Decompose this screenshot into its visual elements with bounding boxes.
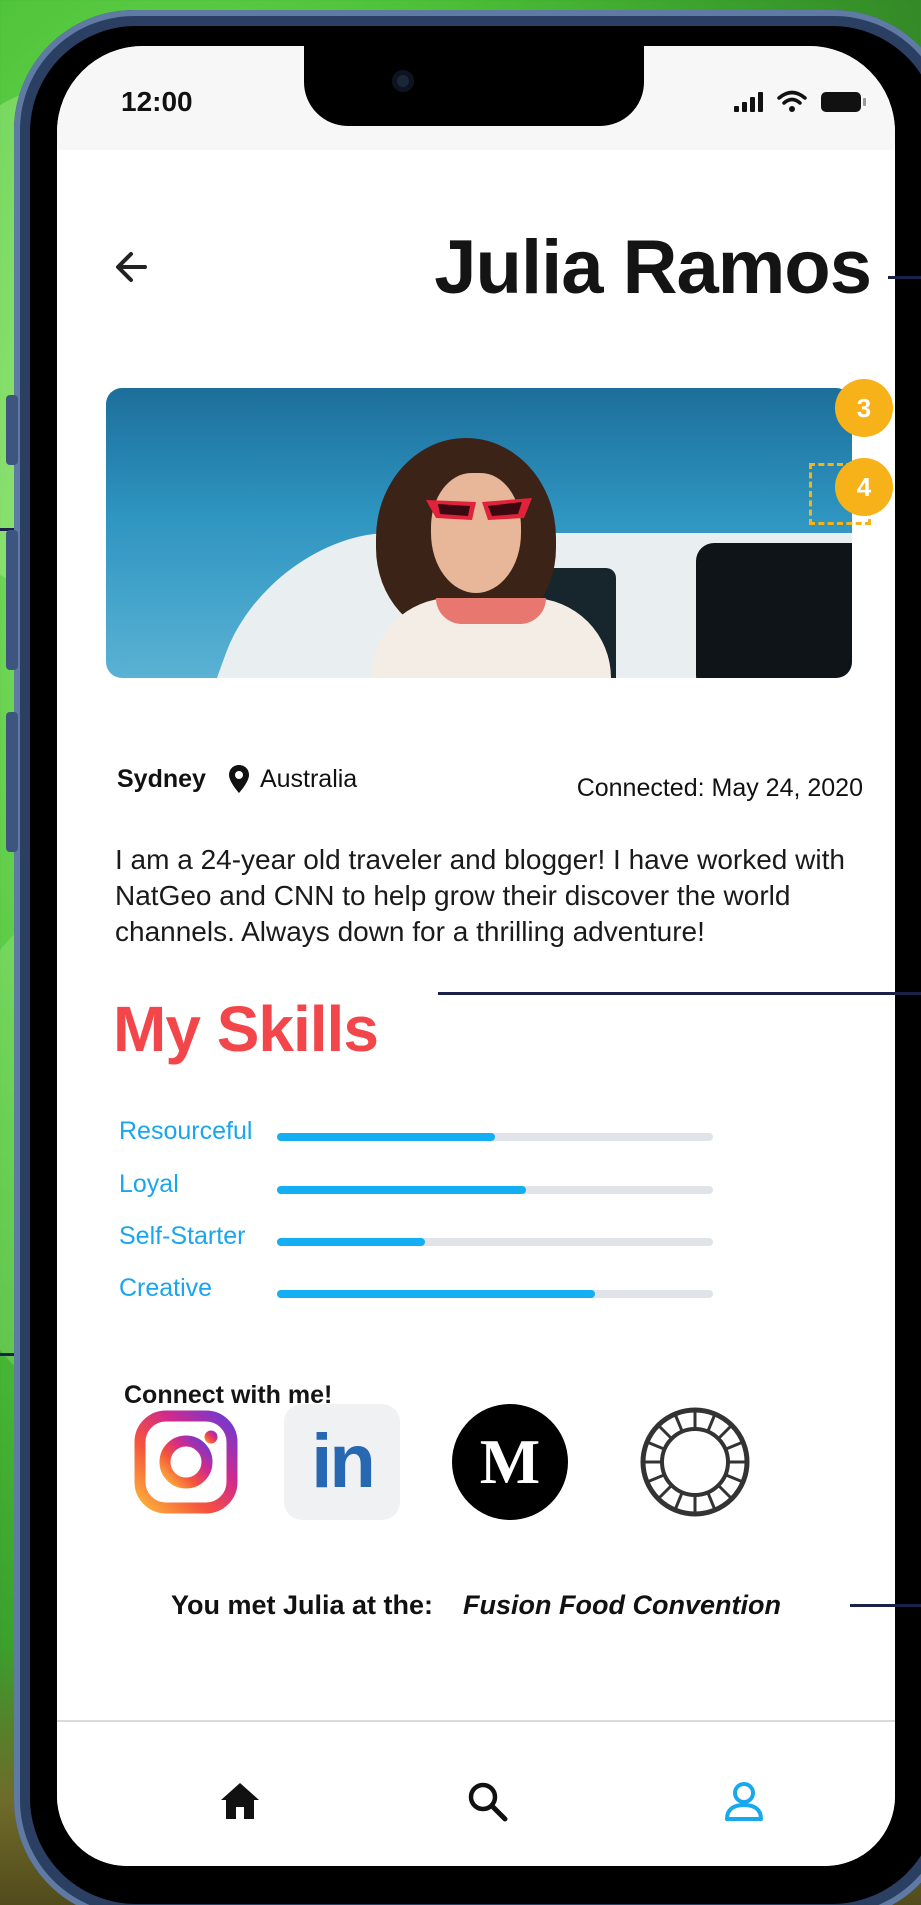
notch — [304, 46, 644, 126]
phone-side-button — [6, 395, 18, 465]
app-screen: 12:00 Julia Ramos 3 4 Sydney Australia C… — [57, 46, 895, 1866]
phone-side-button — [6, 712, 18, 852]
step-badge: 3 — [835, 379, 893, 437]
skill-label: Loyal — [119, 1170, 179, 1198]
front-camera — [392, 70, 414, 92]
skill-bar-track — [277, 1290, 713, 1298]
linkedin-icon[interactable]: in — [284, 1404, 400, 1520]
skill-bar-track — [277, 1186, 713, 1194]
skill-bar-track — [277, 1133, 713, 1141]
annotation-line — [888, 276, 921, 279]
status-time: 12:00 — [121, 86, 193, 117]
battery-icon — [821, 92, 866, 112]
skill-bar-fill — [277, 1186, 526, 1194]
met-event: Fusion Food Convention — [463, 1590, 781, 1620]
photo-sunglasses — [426, 498, 532, 520]
medium-logo-text: M — [479, 1426, 541, 1497]
skill-row: Creative — [119, 1274, 719, 1310]
photo-collar — [436, 598, 546, 624]
skill-label: Creative — [119, 1274, 213, 1302]
medium-icon[interactable]: M — [452, 1404, 568, 1520]
skill-bar-fill — [277, 1290, 596, 1298]
bottom-tab-bar — [57, 1720, 895, 1866]
wifi-icon — [777, 90, 807, 112]
phone-side-button — [6, 530, 18, 670]
profile-icon[interactable] — [721, 1778, 767, 1824]
search-icon[interactable] — [464, 1778, 510, 1824]
vsco-icon[interactable] — [637, 1404, 753, 1520]
skill-row: Resourceful — [119, 1117, 719, 1153]
skill-bar-fill — [277, 1238, 426, 1246]
step-badge: 4 — [835, 458, 893, 516]
linkedin-logo-text: in — [311, 1419, 376, 1504]
connected-date: Connected: May 24, 2020 — [576, 774, 863, 802]
skill-label: Self-Starter — [119, 1222, 246, 1250]
page-title: Julia Ramos — [434, 225, 872, 310]
city-label: Sydney — [117, 764, 206, 793]
annotation-line — [850, 1604, 921, 1607]
annotation-line — [438, 992, 921, 995]
profile-cover-photo — [106, 388, 852, 678]
skill-bar-fill — [277, 1133, 495, 1141]
skill-label: Resourceful — [119, 1117, 253, 1145]
skills-title: My Skills — [113, 993, 379, 1065]
skill-row: Self-Starter — [119, 1222, 719, 1258]
met-at: You met Julia at the: Fusion Food Convent… — [57, 1590, 895, 1621]
location: Sydney Australia — [117, 764, 357, 794]
instagram-icon[interactable] — [128, 1404, 244, 1520]
profile-bio: I am a 24-year old traveler and blogger!… — [115, 844, 845, 947]
status-icons — [734, 90, 866, 112]
location-pin-icon — [228, 765, 249, 793]
photo-face — [431, 473, 521, 593]
photo-car-window — [696, 543, 852, 678]
skill-row: Loyal — [119, 1170, 719, 1206]
back-arrow-icon[interactable] — [107, 242, 157, 292]
met-prefix: You met Julia at the: — [171, 1590, 434, 1620]
home-icon[interactable] — [217, 1778, 263, 1824]
signal-icon — [734, 92, 763, 112]
skill-bar-track — [277, 1238, 713, 1246]
country-label: Australia — [259, 764, 358, 793]
